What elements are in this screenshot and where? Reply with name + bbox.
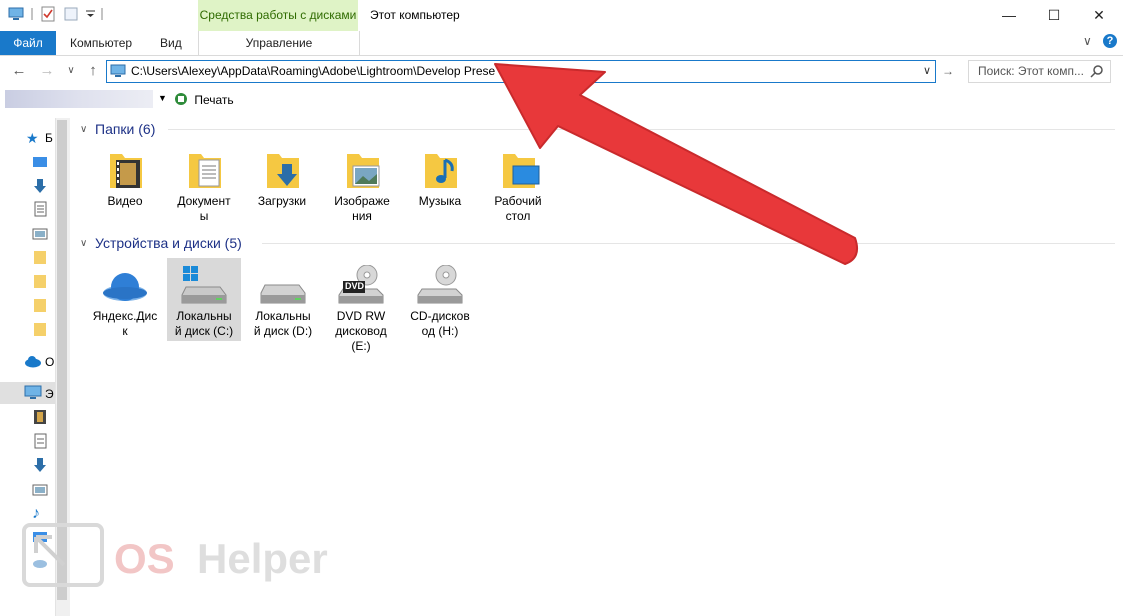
svg-text:OS: OS xyxy=(114,535,175,582)
watermark-logo: OS Helper xyxy=(22,523,362,594)
svg-text:Helper: Helper xyxy=(197,535,328,582)
